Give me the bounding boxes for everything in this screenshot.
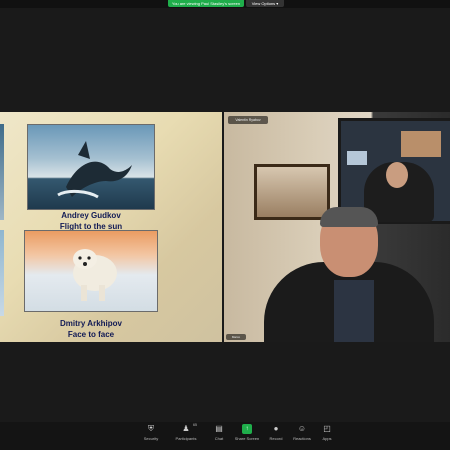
top-participant-name: Valentin Ryabov [228,116,268,124]
chat-icon: ▤ [215,424,223,433]
speaker-shirt [334,280,374,342]
polar-bear-photo [24,230,158,312]
slide-2-artist: Dmitry Arkhipov [60,319,122,328]
people-icon: ♟ [182,424,190,433]
shared-screen: Andrey Gudkov Flight to the sun Dmitry A… [0,112,222,342]
screen-photo-2 [401,131,441,157]
participants-count: 65 [193,423,197,427]
speaker-hair [320,207,378,227]
security-button[interactable]: ⛨ Security [131,424,171,441]
apps-icon: ◰ [323,424,331,433]
slide-edge-photo-1 [0,124,4,220]
viewing-banner: You are viewing Paul Stasiley's screen [168,0,244,7]
video-tile[interactable]: Valentin Ryabov Marco [224,112,450,342]
apps-label: Apps [322,436,332,441]
record-icon: ● [273,424,279,433]
meeting-toolbar: ⛨ Security ♟ 65 Participants ▤ Chat ↑ Sh… [0,422,450,450]
screen-photo-1 [347,151,367,165]
whale-icon [57,141,132,199]
reactions-icon: ☺ [297,424,307,433]
polar-bear-icon [73,249,117,301]
view-options-button[interactable]: View Options ▾ [246,0,284,7]
security-label: Security [143,436,159,441]
slide-2-title: Face to face [67,330,115,339]
slide-1-artist: Andrey Gudkov [61,211,121,220]
share-screen-icon: ↑ [242,424,252,434]
bottom-participant-name: Marco [226,334,246,340]
background-person-head [386,162,408,188]
whale-photo [27,124,155,210]
meeting-stage: Andrey Gudkov Flight to the sun Dmitry A… [0,112,450,344]
shield-icon: ⛨ [148,424,154,433]
apps-button[interactable]: ◰ Apps [307,424,347,441]
slide-edge-photo-2 [0,230,4,316]
wall-painting [254,164,330,220]
